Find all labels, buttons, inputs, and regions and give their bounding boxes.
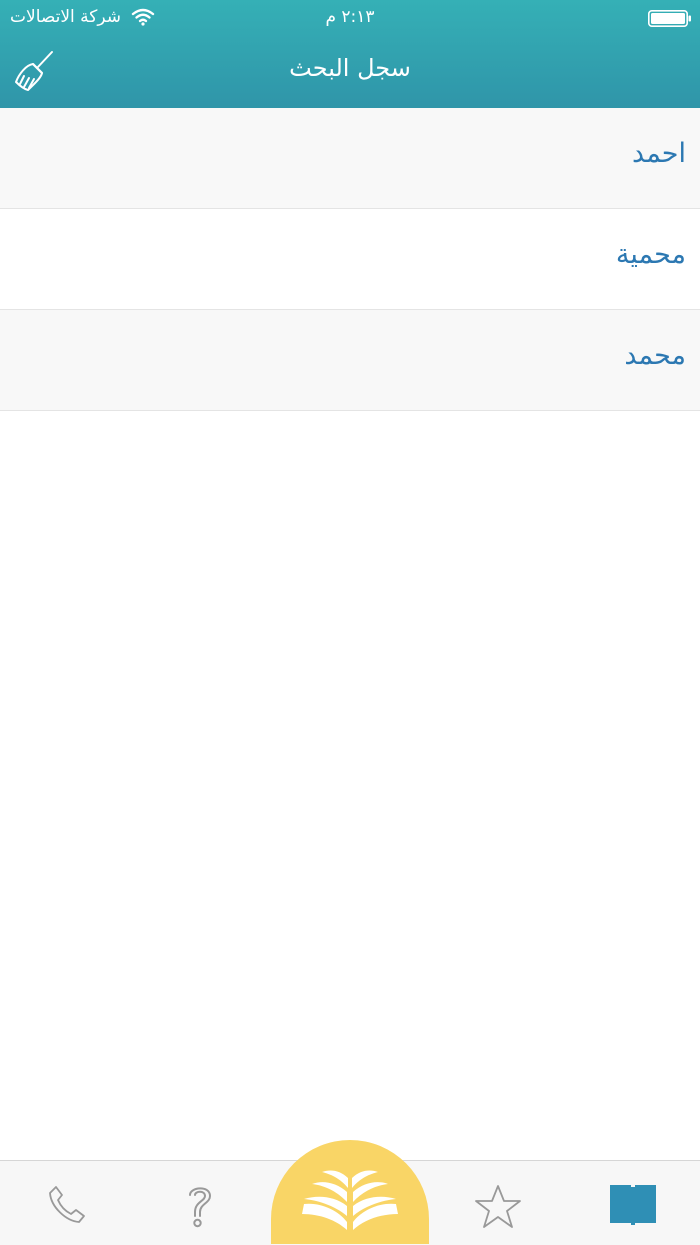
- tab-help[interactable]: [145, 1161, 255, 1245]
- history-item[interactable]: محمد: [0, 310, 700, 411]
- phone-icon: [49, 1186, 85, 1223]
- history-item-label: محمية: [615, 239, 686, 270]
- question-icon: [189, 1187, 212, 1228]
- history-item[interactable]: محمية: [0, 209, 700, 310]
- tab-phone[interactable]: [12, 1161, 122, 1245]
- open-book-icon: [302, 1170, 398, 1230]
- search-history-list: احمد محمية محمد: [0, 108, 700, 411]
- tab-favorites[interactable]: [443, 1161, 553, 1245]
- tab-search[interactable]: [271, 1140, 429, 1244]
- status-time: ٢:١٣ م: [325, 7, 375, 27]
- page-title: سجل البحث: [289, 54, 411, 82]
- book-icon: [610, 1185, 656, 1225]
- history-item[interactable]: احمد: [0, 108, 700, 209]
- history-item-label: محمد: [624, 340, 686, 371]
- battery-icon: [648, 10, 691, 27]
- tab-dictionary[interactable]: [578, 1161, 688, 1245]
- broom-icon: [15, 51, 53, 91]
- clear-history-button[interactable]: [12, 48, 58, 94]
- star-icon: [475, 1185, 521, 1228]
- status-bar: شركة الاتصالات ٢:١٣ م: [0, 0, 700, 38]
- history-item-label: احمد: [632, 138, 686, 169]
- header-bar: شركة الاتصالات ٢:١٣ م سجل البحث: [0, 0, 700, 108]
